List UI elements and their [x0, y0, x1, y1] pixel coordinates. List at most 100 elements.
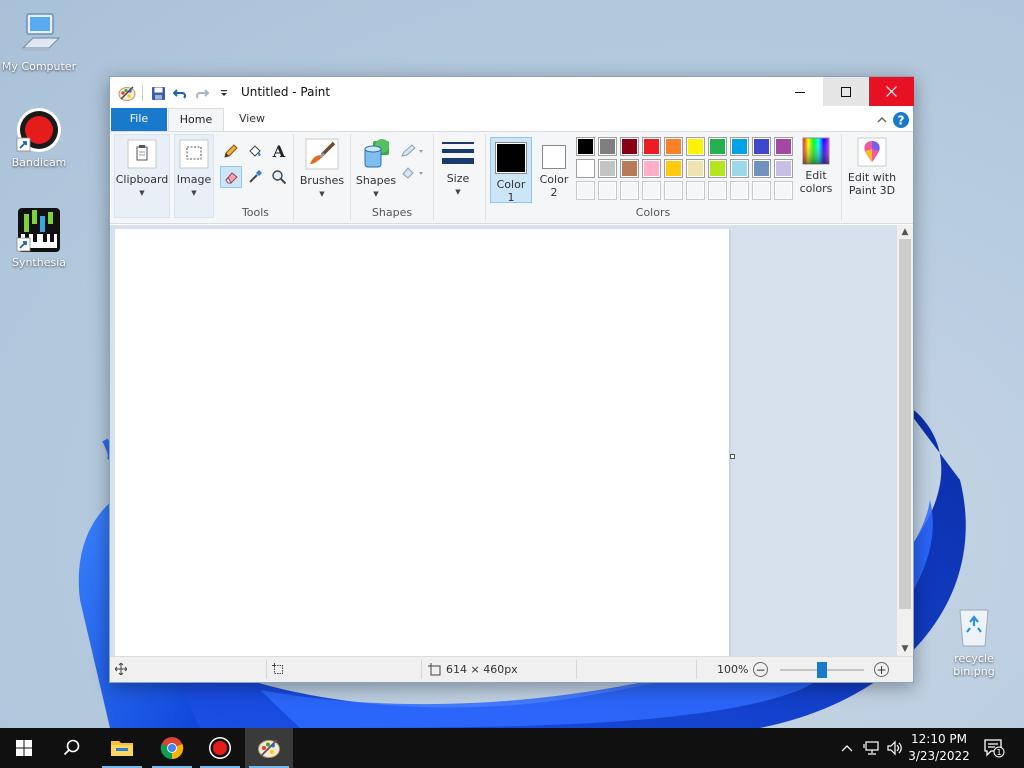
redo-icon[interactable] [193, 84, 211, 102]
start-button[interactable] [0, 728, 48, 768]
taskbar-clock[interactable]: 12:10 PM 3/23/2022 [905, 731, 973, 765]
palette-swatch[interactable] [620, 159, 639, 178]
shapes-button[interactable]: Shapes ▼ [355, 134, 397, 204]
vertical-scrollbar[interactable]: ▲ ▼ [897, 225, 913, 656]
desktop-icon-my-computer[interactable]: My Computer [1, 10, 77, 73]
desktop-icon-recycle-bin[interactable]: recycle bin.png [936, 602, 1012, 678]
paint-app-icon[interactable] [118, 84, 136, 102]
swatch-fill [644, 139, 659, 154]
custom-color-slot[interactable] [620, 181, 639, 200]
maximize-button[interactable] [823, 77, 868, 106]
text-icon[interactable]: A [268, 140, 290, 162]
palette-swatch[interactable] [664, 137, 683, 156]
colors-group-label: Colors [635, 206, 671, 219]
swatch-fill [600, 139, 615, 154]
outline-icon[interactable] [399, 140, 427, 162]
swatch-fill [776, 161, 791, 176]
palette-swatch[interactable] [598, 159, 617, 178]
custom-color-slot[interactable] [730, 181, 749, 200]
scroll-up-icon[interactable]: ▲ [897, 225, 913, 239]
zoom-slider-thumb[interactable] [817, 662, 827, 678]
custom-color-slot[interactable] [576, 181, 595, 200]
zoom-in-button[interactable]: + [874, 662, 889, 677]
swatch-fill [600, 183, 615, 198]
save-icon[interactable] [149, 84, 167, 102]
palette-swatch[interactable] [752, 137, 771, 156]
swatch-fill [622, 139, 637, 154]
taskbar-bandicam[interactable] [196, 728, 244, 768]
action-center-button[interactable]: 1 [980, 728, 1008, 768]
minimize-icon [794, 91, 805, 93]
palette-swatch[interactable] [752, 159, 771, 178]
canvas-resize-handle-right[interactable] [730, 454, 735, 459]
palette-swatch[interactable] [686, 137, 705, 156]
custom-color-slot[interactable] [708, 181, 727, 200]
swatch-fill [732, 161, 747, 176]
volume-button[interactable] [885, 728, 905, 768]
brushes-button[interactable]: Brushes ▼ [298, 134, 346, 218]
desktop-icon-bandicam[interactable]: Bandicam [1, 106, 77, 169]
swatch-fill [666, 161, 681, 176]
palette-swatch[interactable] [664, 159, 683, 178]
palette-swatch[interactable] [708, 159, 727, 178]
undo-icon[interactable] [171, 84, 189, 102]
search-button[interactable] [48, 728, 96, 768]
scrollbar-thumb[interactable] [899, 239, 911, 609]
zoom-out-button[interactable]: − [753, 662, 768, 677]
palette-swatch[interactable] [686, 159, 705, 178]
palette-swatch[interactable] [774, 159, 793, 178]
custom-color-slot[interactable] [774, 181, 793, 200]
edit-with-paint3d-button[interactable]: Edit with Paint 3D [846, 137, 898, 207]
record-icon [209, 737, 231, 759]
palette-swatch[interactable] [642, 137, 661, 156]
canvas-workspace[interactable] [110, 225, 897, 656]
magnifier-icon[interactable] [268, 166, 290, 188]
image-button[interactable]: Image ▼ [174, 134, 214, 218]
minimize-button[interactable] [777, 77, 822, 106]
custom-color-slot[interactable] [686, 181, 705, 200]
pencil-icon[interactable] [220, 140, 242, 162]
taskbar-paint[interactable] [245, 728, 293, 768]
customize-qat-icon[interactable] [215, 84, 233, 102]
edit-colors-button[interactable]: Edit colors [796, 137, 836, 207]
palette-swatch[interactable] [708, 137, 727, 156]
eraser-icon[interactable] [220, 166, 242, 188]
close-button[interactable] [869, 77, 914, 106]
tab-file[interactable]: File [111, 108, 167, 131]
fill-bucket-icon[interactable] [244, 140, 266, 162]
swatch-fill [578, 161, 593, 176]
palette-swatch[interactable] [730, 159, 749, 178]
palette-swatch[interactable] [774, 137, 793, 156]
scroll-down-icon[interactable]: ▼ [897, 642, 913, 656]
palette-swatch[interactable] [620, 137, 639, 156]
clipboard-button[interactable]: Clipboard ▼ [114, 134, 170, 218]
swatch-fill [688, 161, 703, 176]
palette-swatch[interactable] [642, 159, 661, 178]
show-hidden-icons-button[interactable] [838, 728, 856, 768]
drawing-canvas[interactable] [115, 229, 729, 656]
custom-color-slot[interactable] [598, 181, 617, 200]
title-bar[interactable]: Untitled - Paint [110, 77, 914, 108]
quick-access-toolbar [118, 83, 233, 103]
plus-icon: + [876, 662, 887, 677]
fill-icon[interactable] [399, 162, 427, 184]
custom-color-slot[interactable] [642, 181, 661, 200]
palette-swatch[interactable] [576, 159, 595, 178]
palette-swatch[interactable] [576, 137, 595, 156]
palette-swatch[interactable] [598, 137, 617, 156]
custom-color-slot[interactable] [664, 181, 683, 200]
taskbar-chrome[interactable] [148, 728, 196, 768]
minimize-ribbon-icon[interactable] [874, 112, 890, 128]
palette-swatch[interactable] [730, 137, 749, 156]
color-picker-icon[interactable] [244, 166, 266, 188]
network-button[interactable] [861, 728, 883, 768]
help-icon[interactable]: ? [893, 112, 909, 128]
taskbar-file-explorer[interactable] [98, 728, 146, 768]
size-button[interactable]: Size ▼ [438, 134, 478, 218]
desktop-icon-synthesia[interactable]: Synthesia [1, 206, 77, 269]
color2-button[interactable]: Color 2 [534, 137, 574, 203]
tab-home[interactable]: Home [168, 108, 224, 131]
tab-view[interactable]: View [228, 108, 276, 131]
color1-button[interactable]: Color 1 [490, 137, 532, 204]
custom-color-slot[interactable] [752, 181, 771, 200]
